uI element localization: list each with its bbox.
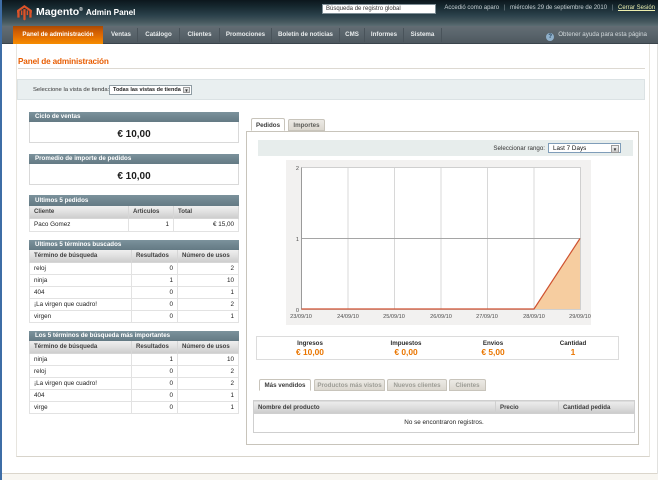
- svg-text:23/09/10: 23/09/10: [290, 314, 312, 320]
- svg-text:2: 2: [296, 166, 299, 172]
- svg-text:26/09/10: 26/09/10: [430, 314, 452, 320]
- svg-text:28/09/10: 28/09/10: [523, 314, 545, 320]
- svg-text:1: 1: [296, 237, 299, 243]
- svg-text:24/09/10: 24/09/10: [337, 314, 359, 320]
- svg-text:29/09/10: 29/09/10: [569, 314, 591, 320]
- svg-text:27/09/10: 27/09/10: [476, 314, 498, 320]
- svg-text:25/09/10: 25/09/10: [383, 314, 405, 320]
